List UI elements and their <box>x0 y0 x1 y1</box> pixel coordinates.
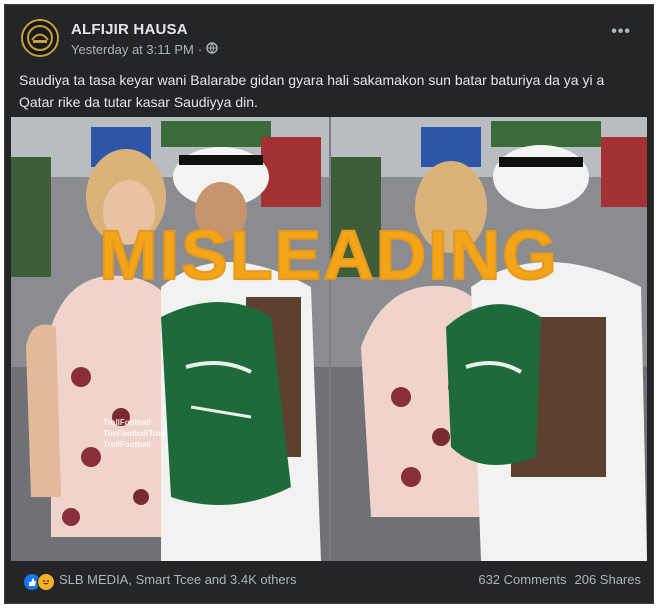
post-timestamp[interactable]: Yesterday at 3:11 PM <box>71 42 194 57</box>
comments-count[interactable]: 632 Comments <box>478 572 566 587</box>
facebook-post: ALFIJIR HAUSA Yesterday at 3:11 PM · •••… <box>4 4 654 604</box>
watermark-line: TheFootballTroll <box>103 429 166 438</box>
globe-icon <box>206 42 218 57</box>
ellipsis-icon[interactable]: ••• <box>611 23 631 41</box>
reactions-summary[interactable]: SLB MEDIA, Smart Tcee and 3.4K others <box>59 572 297 587</box>
reaction-icons[interactable] <box>23 573 55 591</box>
misleading-label: MISLEADING <box>98 215 559 295</box>
post-meta: Yesterday at 3:11 PM · <box>71 42 218 57</box>
page-name-link[interactable]: ALFIJIR HAUSA <box>71 21 188 38</box>
image-frame-left: TrollFootball TheFootballTroll TrollFoot… <box>11 117 329 561</box>
shares-count[interactable]: 206 Shares <box>575 572 642 587</box>
video-watermark: TrollFootball TheFootballTroll TrollFoot… <box>103 417 165 450</box>
watermark-line: TrollFootball <box>103 440 151 449</box>
image-frame-right <box>331 117 647 561</box>
engagement-stats: 632 Comments 206 Shares <box>478 572 641 587</box>
haha-icon <box>37 573 55 591</box>
post-image[interactable]: TrollFootball TheFootballTroll TrollFoot… <box>11 117 647 561</box>
meta-separator: · <box>197 42 203 57</box>
post-footer: SLB MEDIA, Smart Tcee and 3.4K others 63… <box>11 563 647 599</box>
page-avatar[interactable] <box>21 19 59 57</box>
watermark-line: TrollFootball <box>103 418 151 427</box>
post-caption: Saudiya ta tasa keyar wani Balarabe gida… <box>19 72 605 110</box>
